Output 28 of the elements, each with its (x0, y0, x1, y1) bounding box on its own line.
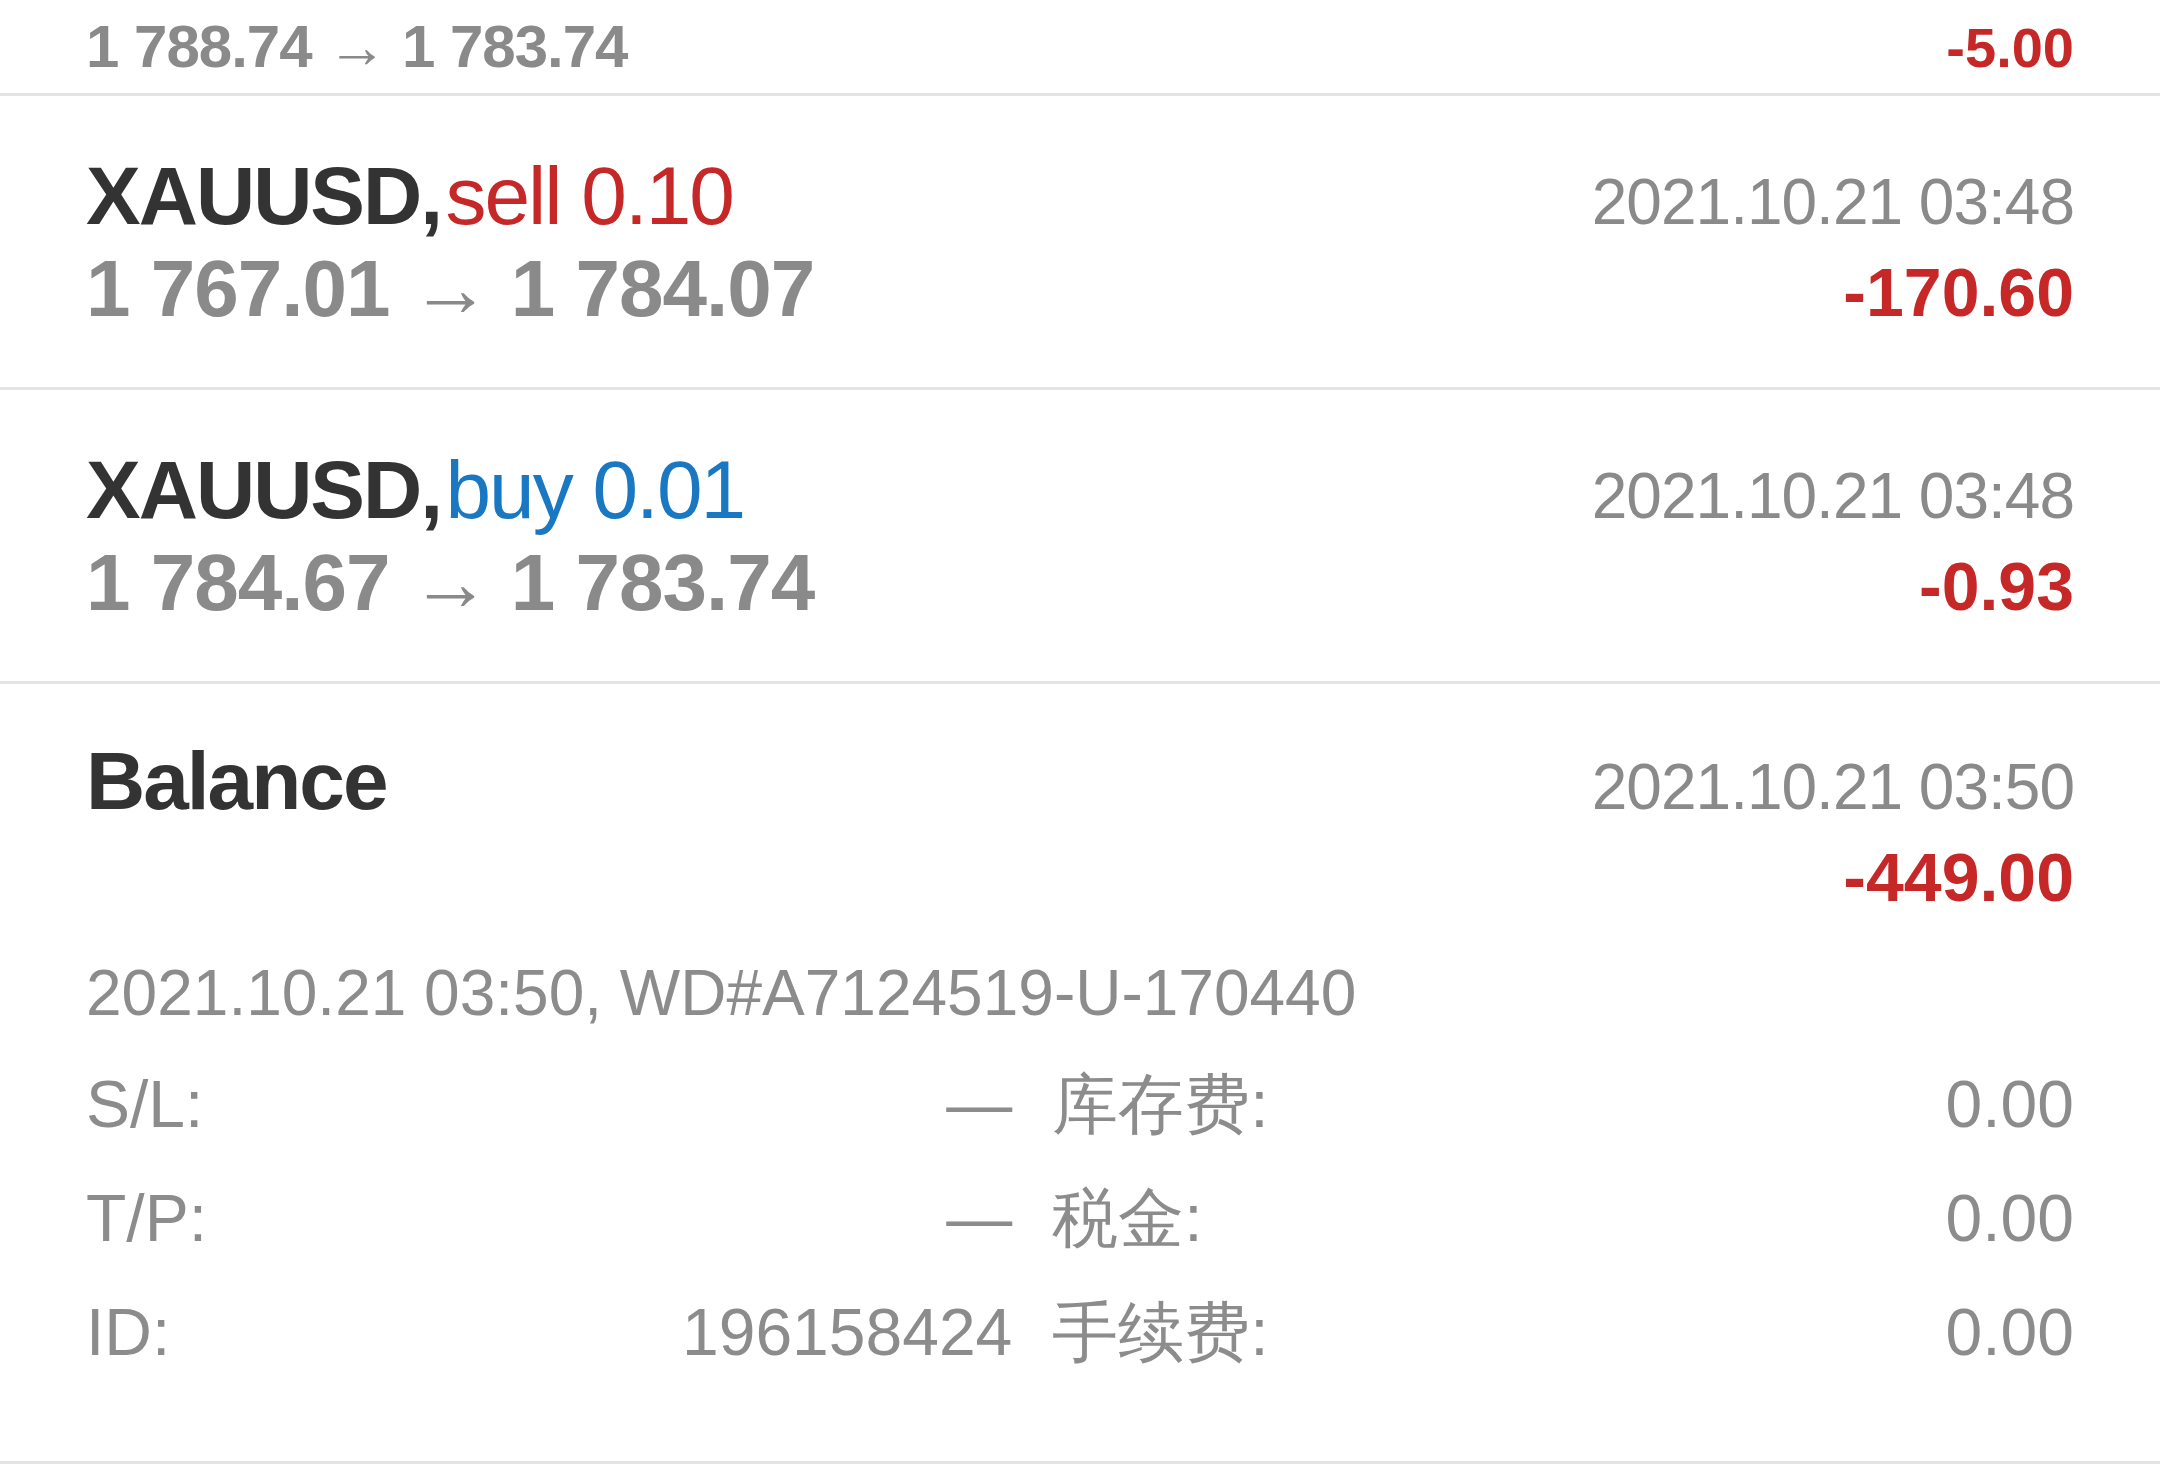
detail-label: 库存费: (1052, 1066, 1269, 1143)
detail-label: 手续费: (1052, 1294, 1269, 1371)
order-type: buy 0.01 (445, 443, 745, 535)
price-range: 1 767.01 → 1 784.07 (86, 242, 815, 335)
order-type: sell 0.10 (445, 149, 733, 241)
detail-value: — (946, 1180, 1013, 1256)
detail-label: 税金: (1052, 1180, 1204, 1257)
detail-value: 0.00 (1945, 1066, 2074, 1142)
detail-label: ID: (86, 1294, 172, 1370)
detail-value: 0.00 (1945, 1294, 2074, 1370)
deal-comment: 2021.10.21 03:50, WD#A7124519-U-170440 (86, 956, 1358, 1030)
detail-value: — (946, 1066, 1013, 1142)
profit-amount: -170.60 (1843, 252, 2074, 331)
profit-amount: -449.00 (1843, 838, 2074, 916)
deal-time: 2021.10.21 03:48 (1591, 164, 2074, 239)
deal-time: 2021.10.21 03:48 (1591, 458, 2074, 533)
symbol-name: XAUUSD, (86, 149, 442, 241)
detail-value: 196158424 (681, 1294, 1013, 1370)
price-range: 1 788.74 → 1 783.74 (86, 12, 628, 81)
price-range: 1 784.67 → 1 783.74 (86, 536, 815, 629)
deal-time: 2021.10.21 03:50 (1591, 750, 2074, 824)
balance-label: Balance (86, 734, 387, 828)
detail-label: S/L: (86, 1066, 205, 1142)
profit-amount: -5.00 (1946, 15, 2074, 80)
symbol-name: XAUUSD, (86, 443, 442, 535)
detail-label: T/P: (86, 1180, 207, 1256)
profit-amount: -0.93 (1919, 546, 2074, 625)
detail-value: 0.00 (1945, 1180, 2074, 1256)
